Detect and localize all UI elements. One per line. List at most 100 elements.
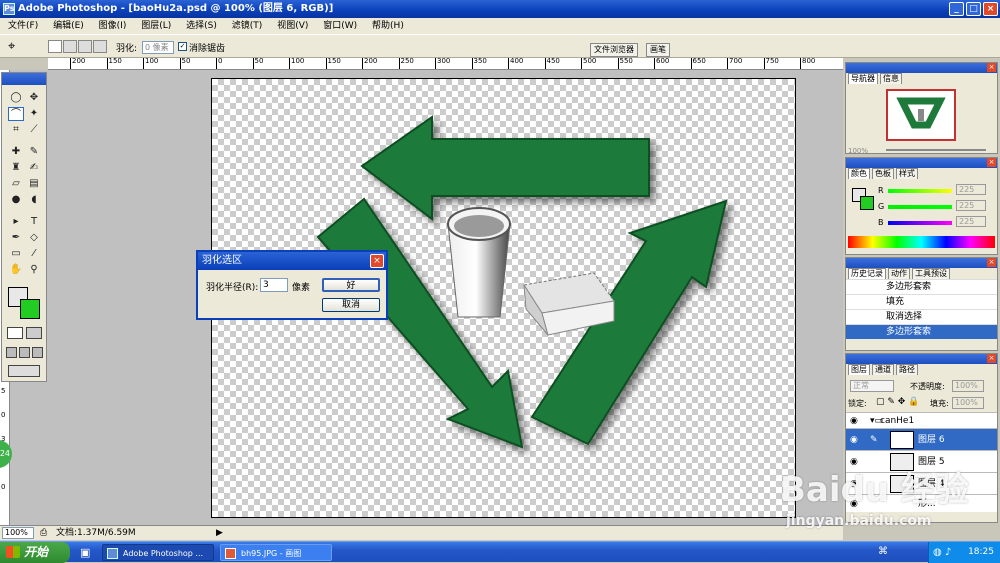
history-item-current[interactable]: 多边形套索 [846, 324, 997, 339]
task-photoshop[interactable]: Adobe Photoshop ... [102, 544, 214, 561]
jump-to-imageready-icon[interactable] [8, 365, 40, 377]
fill-input[interactable]: 100% [952, 397, 984, 409]
tab-info[interactable]: 信息 [880, 73, 902, 84]
tab-brushes[interactable]: 画笔 [646, 43, 670, 57]
magic-wand-icon[interactable]: ✦ [26, 107, 42, 121]
tab-color[interactable]: 颜色 [848, 168, 870, 179]
path-select-icon[interactable]: ▸ [8, 215, 24, 229]
color-close-icon[interactable]: × [987, 158, 996, 167]
zoom-tool-icon[interactable]: ⚲ [26, 263, 42, 277]
status-menu-arrow[interactable]: ▶ [216, 526, 223, 540]
layers-close-icon[interactable]: × [987, 354, 996, 363]
tab-history[interactable]: 历史记录 [848, 268, 886, 279]
screen-mode-full-menu-icon[interactable] [19, 347, 30, 358]
type-tool-icon[interactable]: T [26, 215, 42, 229]
notes-tool-icon[interactable]: ▭ [8, 247, 24, 261]
healing-brush-icon[interactable]: ✚ [8, 145, 24, 159]
opacity-input[interactable]: 100% [952, 380, 984, 392]
marquee-tool-icon[interactable]: ◯ [8, 91, 24, 105]
slice-tool-icon[interactable]: ⟋ [26, 123, 42, 137]
g-slider[interactable] [888, 205, 952, 209]
tab-actions[interactable]: 动作 [888, 268, 910, 279]
menu-help[interactable]: 帮助(H) [372, 21, 404, 31]
navigator-zoom[interactable]: 100% [848, 147, 868, 155]
eye-icon[interactable]: ◉ [850, 429, 858, 451]
clock[interactable]: 18:25 [968, 547, 994, 557]
layer-row[interactable]: ◉ ✎ 图层 6 [846, 428, 997, 450]
navigator-thumbnail[interactable] [886, 89, 956, 141]
layer-row[interactable]: ◉ 图层 5 [846, 450, 997, 472]
tray-icons[interactable]: ◍ ♪ [933, 542, 951, 563]
gradient-tool-icon[interactable]: ▤ [26, 177, 42, 191]
lasso-tool-icon[interactable]: ⌒ [8, 107, 24, 121]
feather-radius-input[interactable]: 3 [260, 278, 288, 292]
lock-icons[interactable]: ▢ ✎ ✥ 🔒 [876, 397, 919, 407]
g-value[interactable]: 225 [956, 200, 986, 211]
menu-file[interactable]: 文件(F) [8, 21, 38, 31]
dodge-tool-icon[interactable]: ◖ [26, 193, 42, 207]
navigator-close-icon[interactable]: × [987, 63, 996, 72]
tab-file-browser[interactable]: 文件浏览器 [590, 43, 638, 57]
history-item[interactable]: 取消选择 [846, 309, 997, 324]
start-button[interactable]: 开始 [0, 542, 70, 563]
add-selection-icon[interactable] [63, 40, 77, 53]
r-slider[interactable] [888, 189, 952, 193]
tab-paths[interactable]: 路径 [896, 364, 918, 375]
navigator-zoom-slider[interactable] [886, 149, 986, 151]
history-close-icon[interactable]: × [987, 258, 996, 267]
layer-group-row[interactable]: ◉ ▾▭ canHe1 [846, 412, 997, 428]
menu-image[interactable]: 图像(I) [99, 21, 127, 31]
subtract-selection-icon[interactable] [78, 40, 92, 53]
feather-input[interactable]: 0 像素 [142, 41, 174, 54]
menu-window[interactable]: 窗口(W) [323, 21, 357, 31]
menu-layer[interactable]: 图层(L) [141, 21, 171, 31]
blur-tool-icon[interactable]: ● [8, 193, 24, 207]
dialog-close-button[interactable]: × [370, 254, 384, 268]
clone-stamp-icon[interactable]: ♜ [8, 161, 24, 175]
tab-layers[interactable]: 图层 [848, 364, 870, 375]
new-selection-icon[interactable] [48, 40, 62, 53]
move-tool-icon[interactable]: ✥ [26, 91, 42, 105]
background-color-swatch[interactable] [20, 299, 40, 319]
screen-mode-full-icon[interactable] [32, 347, 43, 358]
ok-button[interactable]: 好 [322, 278, 380, 292]
antialias-checkbox[interactable]: ✓ [178, 42, 187, 51]
quick-mask-icon[interactable] [26, 327, 42, 339]
crop-tool-icon[interactable]: ⌗ [8, 123, 24, 137]
menu-edit[interactable]: 编辑(E) [53, 21, 84, 31]
zoom-field[interactable]: 100% [2, 527, 34, 539]
r-value[interactable]: 225 [956, 184, 986, 195]
history-item[interactable]: 多边形套索 [846, 279, 997, 294]
cancel-button[interactable]: 取消 [322, 298, 380, 312]
menu-view[interactable]: 视图(V) [277, 21, 308, 31]
maximize-button[interactable]: □ [966, 2, 981, 16]
close-button[interactable]: × [983, 2, 998, 16]
hand-tool-icon[interactable]: ✋ [8, 263, 24, 277]
intersect-selection-icon[interactable] [93, 40, 107, 53]
pen-tool-icon[interactable]: ✒ [8, 231, 24, 245]
tab-styles[interactable]: 样式 [896, 168, 918, 179]
shape-tool-icon[interactable]: ◇ [26, 231, 42, 245]
standard-mode-icon[interactable] [7, 327, 23, 339]
tab-swatches[interactable]: 色板 [872, 168, 894, 179]
history-brush-icon[interactable]: ✍ [26, 161, 42, 175]
color-spectrum[interactable] [848, 236, 995, 248]
tab-tool-presets[interactable]: 工具预设 [912, 268, 950, 279]
menu-filter[interactable]: 滤镜(T) [232, 21, 263, 31]
history-item[interactable]: 填充 [846, 294, 997, 309]
brush-tool-icon[interactable]: ✎ [26, 145, 42, 159]
b-slider[interactable] [888, 221, 952, 225]
eyedropper-icon[interactable]: ⁄ [26, 247, 42, 261]
eye-icon[interactable]: ◉ [850, 413, 858, 429]
screen-mode-standard-icon[interactable] [6, 347, 17, 358]
tray-network-icon[interactable]: ⌘ [878, 546, 888, 557]
task-paint[interactable]: bh95.JPG - 画图 [220, 544, 332, 561]
tab-channels[interactable]: 通道 [872, 364, 894, 375]
tab-navigator[interactable]: 导航器 [848, 73, 878, 84]
eraser-icon[interactable]: ▱ [8, 177, 24, 191]
b-value[interactable]: 225 [956, 216, 986, 227]
lasso-tool-preset-icon[interactable]: ⌖ [8, 39, 15, 54]
minimize-button[interactable]: _ [949, 2, 964, 16]
blend-mode-select[interactable]: 正常 [850, 380, 894, 392]
menu-select[interactable]: 选择(S) [186, 21, 217, 31]
